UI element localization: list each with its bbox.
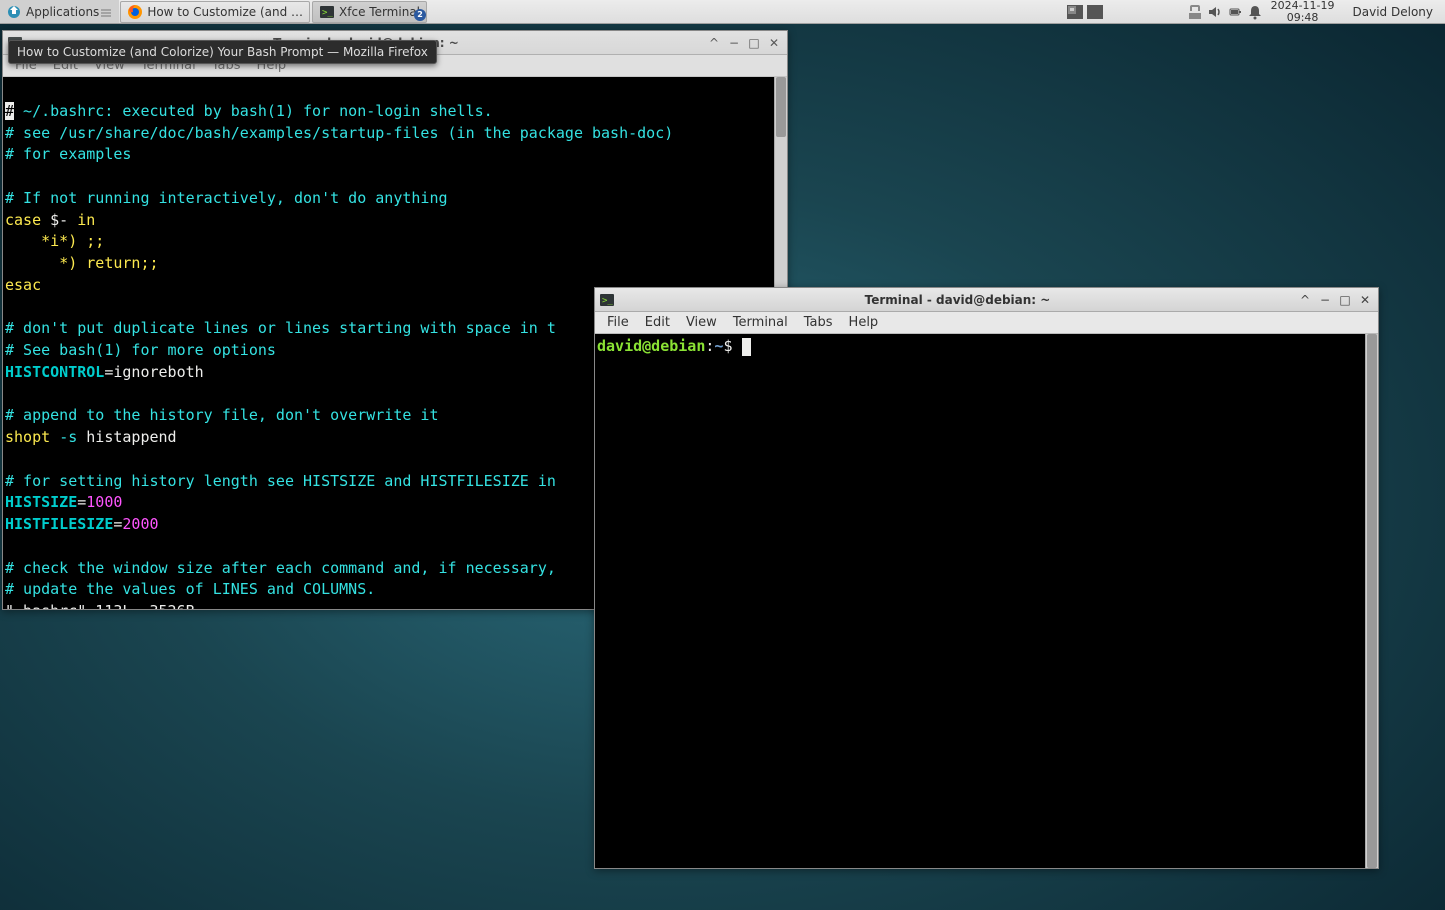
scrollbar-thumb[interactable] [1367,334,1377,868]
username-label: David Delony [1353,5,1433,19]
cursor-highlight: # [5,102,14,120]
bashrc-line: shopt -s histappend [5,428,177,446]
notifications-tray-icon[interactable] [1245,0,1265,24]
xfce-logo-icon [6,4,22,20]
minimize-button[interactable]: − [725,34,743,52]
scrollbar-thumb[interactable] [776,77,786,137]
terminal-window-2[interactable]: >_ Terminal - david@debian: ~ ^ − □ ✕ Fi… [594,287,1379,869]
bashrc-line: ~/.bashrc: executed by bash(1) for non-l… [14,102,493,120]
svg-text:>_: >_ [602,296,613,306]
window-controls: ^ − □ ✕ [705,34,783,52]
bashrc-line: # don't put duplicate lines or lines sta… [5,319,556,337]
window-controls: ^ − □ ✕ [1296,291,1374,309]
taskbar-item-firefox[interactable]: How to Customize (and … [120,1,310,23]
bashrc-line: HISTFILESIZE=2000 [5,515,159,533]
bashrc-line: *i*) ;; [5,232,104,250]
taskbar-item-terminal[interactable]: >_ Xfce Terminal 2 [312,1,427,23]
maximize-button[interactable]: □ [1336,291,1354,309]
prompt-user: david@debian [597,337,705,355]
panel-right: 2024-11-19 09:48 David Delony [1065,0,1445,23]
svg-text:>_: >_ [322,8,333,18]
bashrc-line: # append to the history file, don't over… [5,406,438,424]
bashrc-line: *) return;; [5,254,159,272]
bashrc-line: # check the window size after each comma… [5,559,556,577]
terminal-menubar: File Edit View Terminal Tabs Help [595,312,1378,334]
window-titlebar[interactable]: >_ Terminal - david@debian: ~ ^ − □ ✕ [595,288,1378,312]
window-title: Terminal - david@debian: ~ [619,293,1296,307]
taskbar-item-label: How to Customize (and … [147,5,303,19]
shade-button[interactable]: ^ [1296,291,1314,309]
bashrc-line: # for examples [5,145,131,163]
panel-clock[interactable]: 2024-11-19 09:48 [1265,0,1341,23]
terminal-cursor [742,338,751,356]
close-button[interactable]: ✕ [1356,291,1374,309]
bashrc-line: # see /usr/share/doc/bash/examples/start… [5,124,673,142]
terminal-icon: >_ [319,4,335,20]
prompt-dollar: $ [723,337,741,355]
keyboard-tray-icon[interactable] [1185,0,1205,24]
task-count-badge: 2 [414,9,426,21]
battery-tray-icon[interactable] [1225,0,1245,24]
workspace-switcher-2[interactable] [1085,0,1105,24]
volume-tray-icon[interactable] [1205,0,1225,24]
close-button[interactable]: ✕ [765,34,783,52]
taskbar-tooltip: How to Customize (and Colorize) Your Bas… [8,40,437,64]
clock-date: 2024-11-19 [1271,0,1335,12]
bashrc-line: # See bash(1) for more options [5,341,276,359]
workspace-switcher-1[interactable] [1065,0,1085,24]
taskbar-item-label: Xfce Terminal [339,5,420,19]
applications-label: Applications [26,5,99,19]
terminal-scrollbar[interactable] [1365,334,1378,868]
bashrc-line: # update the values of LINES and COLUMNS… [5,580,375,598]
bashrc-line: HISTSIZE=1000 [5,493,122,511]
tooltip-text: How to Customize (and Colorize) Your Bas… [17,45,428,59]
menu-file[interactable]: File [599,315,637,330]
bashrc-line: # If not running interactively, don't do… [5,189,448,207]
menu-separator-icon [99,5,113,19]
panel-left: Applications How to Customize (and … >_ … [0,0,428,23]
terminal-icon: >_ [599,292,615,308]
menu-edit[interactable]: Edit [637,315,678,330]
firefox-icon [127,4,143,20]
user-menu[interactable]: David Delony [1341,0,1445,23]
menu-terminal[interactable]: Terminal [725,315,796,330]
shade-button[interactable]: ^ [705,34,723,52]
maximize-button[interactable]: □ [745,34,763,52]
top-panel: Applications How to Customize (and … >_ … [0,0,1445,24]
menu-help[interactable]: Help [841,315,887,330]
minimize-button[interactable]: − [1316,291,1334,309]
clock-time: 09:48 [1271,12,1335,24]
vim-status-line: ".bashrc" 113L, 3526B [5,602,195,609]
menu-view[interactable]: View [678,315,725,330]
bashrc-line: HISTCONTROL=ignoreboth [5,363,204,381]
bashrc-line: esac [5,276,41,294]
menu-tabs[interactable]: Tabs [796,315,841,330]
bashrc-line: # for setting history length see HISTSIZ… [5,472,556,490]
applications-menu[interactable]: Applications [0,0,119,23]
bashrc-line: case [5,211,41,229]
terminal-content[interactable]: david@debian:~$ [595,334,1378,868]
